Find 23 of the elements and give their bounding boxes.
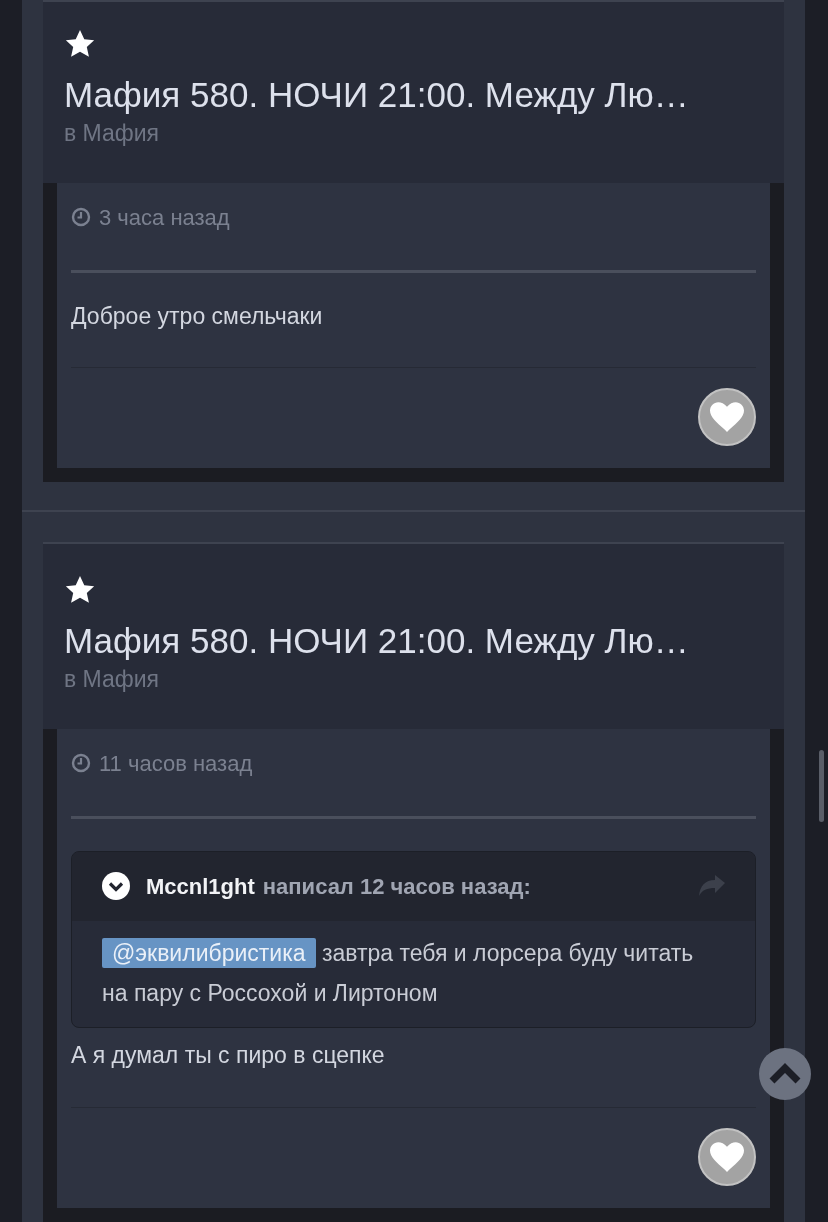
star-icon[interactable] bbox=[64, 28, 96, 60]
topic-title[interactable]: Мафия 580. НОЧИ 21:00. Между Лю… bbox=[64, 620, 763, 662]
quote-text: @эквилибристика завтра тебя и лорсера буду читать на пару с Россохой и Лиртоном bbox=[101, 936, 695, 1008]
like-button[interactable] bbox=[698, 388, 756, 446]
quote-author[interactable]: Mccnl1ght bbox=[146, 869, 255, 903]
post-time: 11 часов назад bbox=[99, 749, 253, 778]
clock-icon bbox=[71, 207, 91, 227]
post-time: 3 часа назад bbox=[99, 203, 230, 232]
clock-icon bbox=[71, 753, 91, 773]
heart-icon bbox=[710, 1141, 744, 1172]
forum-label: в Мафия bbox=[64, 665, 161, 694]
quote-meta: написал 12 часов назад: bbox=[262, 872, 531, 901]
chevron-up-icon bbox=[768, 1063, 802, 1085]
scroll-to-top-button[interactable] bbox=[759, 1048, 811, 1100]
collapse-toggle-icon[interactable] bbox=[102, 872, 130, 900]
post-text: Доброе утро смельчаки bbox=[71, 301, 324, 331]
like-button[interactable] bbox=[698, 1127, 756, 1186]
scrollbar-thumb[interactable] bbox=[819, 750, 824, 822]
topic-title[interactable]: Мафия 580. НОЧИ 21:00. Между Лю… bbox=[64, 74, 763, 116]
post-text: А я думал ты с пиро в сцепке bbox=[71, 1041, 386, 1070]
heart-icon bbox=[710, 402, 744, 432]
star-icon[interactable] bbox=[64, 574, 96, 606]
forum-label: в Мафия bbox=[64, 119, 161, 148]
